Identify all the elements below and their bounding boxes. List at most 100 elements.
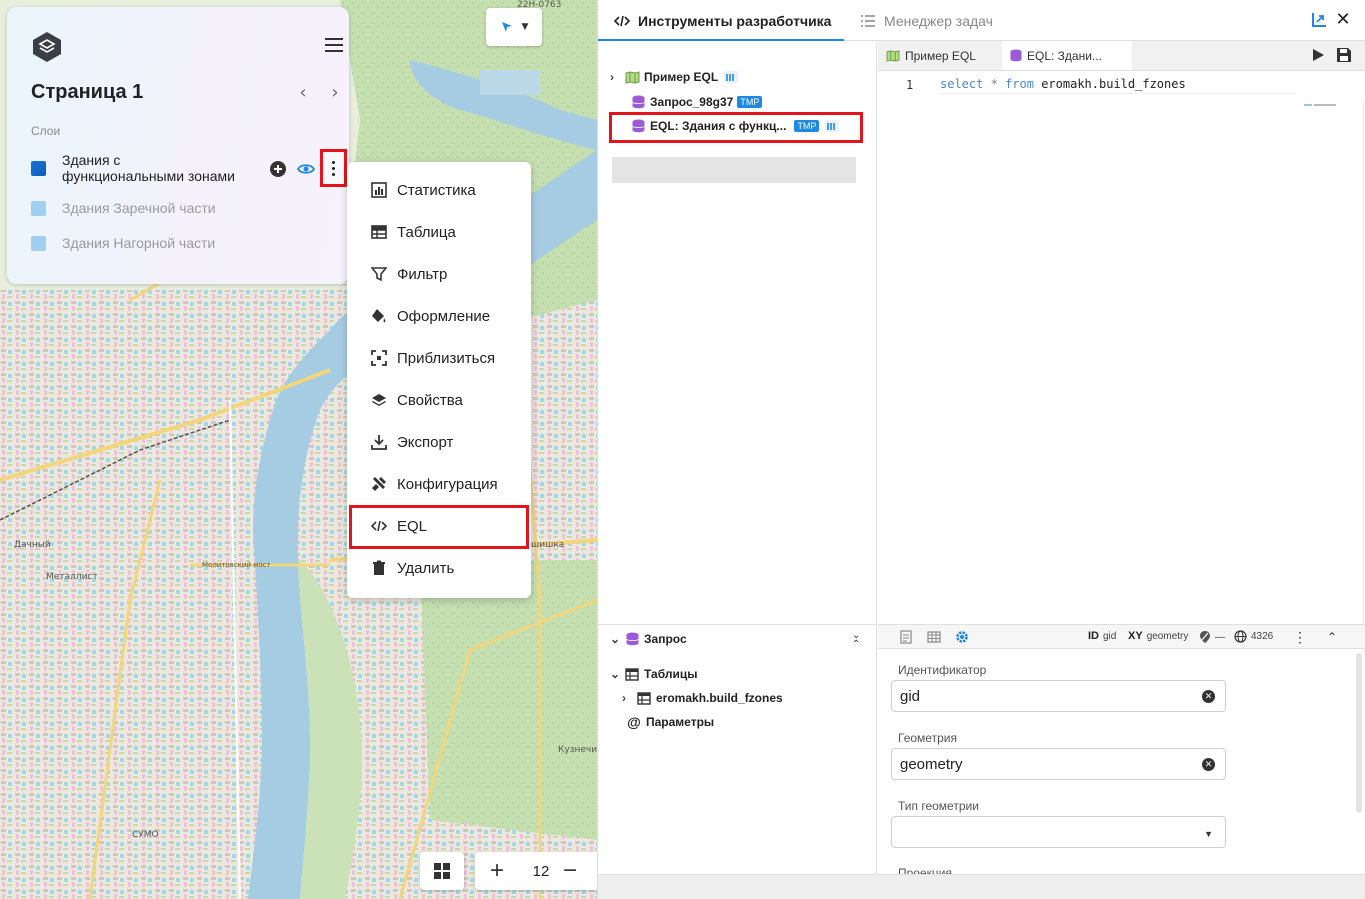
tables-node[interactable]: ⌄ Таблицы — [610, 662, 697, 686]
eye-icon[interactable] — [297, 160, 315, 178]
save-icon[interactable] — [1336, 47, 1352, 63]
layer-item[interactable]: Здания Нагорной части — [31, 235, 331, 251]
next-page-button[interactable]: › — [327, 84, 343, 102]
map-label-district: Кузнечи — [558, 745, 597, 755]
dock-panel-icon[interactable] — [1310, 11, 1328, 29]
tree-selection — [612, 157, 856, 183]
gear-icon[interactable] — [954, 629, 970, 645]
map-label-sumo: СУМО — [132, 830, 159, 840]
zoom-level: 12 — [532, 862, 550, 880]
code-identifier: eromakh.build_fzones — [1041, 77, 1186, 91]
table-icon[interactable] — [926, 629, 942, 645]
properties-scrollbar[interactable] — [1356, 653, 1362, 813]
grid-icon — [434, 863, 450, 879]
chevron-down-icon[interactable]: ⌄ — [610, 667, 624, 681]
identifier-field[interactable]: gid ✕ — [891, 680, 1226, 712]
menu-item-table[interactable]: Таблица — [347, 211, 531, 253]
layer-color-swatch — [31, 200, 46, 216]
tab-devtools[interactable]: Инструменты разработчика — [614, 0, 831, 41]
layer-actions — [269, 160, 325, 178]
tree-item-query[interactable]: Запрос_98g37 TMP — [630, 90, 763, 114]
menu-item-style[interactable]: Оформление — [347, 295, 531, 337]
zoom-out-button[interactable]: − — [563, 857, 593, 885]
tables-label: Таблицы — [644, 667, 698, 681]
tree-item-eql[interactable]: EQL: Здания с функц... TMP — [630, 114, 840, 138]
map-icon — [625, 70, 639, 84]
identifier-label: Идентификатор — [898, 663, 987, 677]
document-icon[interactable] — [898, 629, 914, 645]
chevron-right-icon[interactable]: › — [610, 70, 624, 84]
params-node[interactable]: @ Параметры — [626, 710, 714, 734]
download-icon — [371, 435, 387, 450]
chevron-down-icon[interactable]: ⌄ — [610, 632, 624, 646]
identifier-value: gid — [900, 687, 921, 705]
clear-icon[interactable]: ✕ — [1202, 758, 1215, 771]
map-layer-icon — [825, 120, 840, 132]
devtools-header: Инструменты разработчика Менеджер задач … — [598, 0, 1365, 41]
menu-item-statistics[interactable]: Статистика — [347, 169, 531, 211]
code-area[interactable]: 1 select * from eromakh.build_fzones — [878, 71, 1365, 654]
code-icon — [614, 15, 630, 26]
run-icon[interactable] — [1310, 47, 1326, 63]
menu-item-eql[interactable]: EQL — [347, 505, 531, 547]
menu-item-configuration[interactable]: Конфигурация — [347, 463, 531, 505]
layer-name: Здания Заречной части — [62, 200, 216, 216]
collapse-icon[interactable]: ⌄ ⌃ — [852, 631, 860, 650]
layer-more-button[interactable] — [320, 149, 347, 187]
map-layer-icon — [724, 71, 739, 83]
menu-item-properties[interactable]: Свойства — [347, 379, 531, 421]
code-keyword: from — [1005, 77, 1034, 91]
menu-item-export[interactable]: Экспорт — [347, 421, 531, 463]
zoom-in-button[interactable]: + — [475, 857, 519, 885]
geometry-type-label: Тип геометрии — [898, 799, 979, 813]
code-icon — [371, 520, 387, 532]
zoom-control: + 12 − — [475, 852, 605, 890]
prev-page-button[interactable]: ‹ — [295, 84, 311, 102]
srid-info: 4326 — [1234, 630, 1273, 643]
editor-tab-eql[interactable]: EQL: Здани... — [1002, 41, 1132, 70]
code-line[interactable]: select * from eromakh.build_fzones — [940, 76, 1295, 94]
chevron-up-icon[interactable]: ⌃ — [1324, 629, 1340, 645]
tree-item-example[interactable]: › Пример EQL — [610, 65, 739, 89]
basemap-grid-button[interactable] — [420, 852, 464, 890]
xy-label: XY — [1128, 630, 1143, 642]
editor-tab-label: Пример EQL — [905, 48, 976, 63]
add-circle-icon[interactable] — [269, 160, 287, 178]
geometry-type-select[interactable]: ▼ — [891, 816, 1226, 848]
more-vertical-icon[interactable]: ⋮ — [1292, 629, 1308, 645]
id-label: ID — [1088, 630, 1099, 642]
editor-tab-label: EQL: Здани... — [1027, 48, 1102, 63]
menu-hamburger-icon[interactable] — [325, 38, 343, 54]
projection-label: Проекция — [898, 866, 952, 874]
close-icon[interactable]: ✕ — [1334, 10, 1352, 28]
menu-item-label: EQL — [397, 517, 428, 535]
editor-tab-example[interactable]: Пример EQL — [878, 41, 1000, 70]
tmp-badge: TMP — [794, 120, 820, 132]
menu-item-delete[interactable]: Удалить — [347, 547, 531, 589]
chevron-right-icon[interactable]: › — [622, 691, 636, 705]
query-root[interactable]: ⌄ Запрос — [610, 627, 687, 651]
map-label-bridge: Молитовский мост — [202, 561, 271, 569]
table-node[interactable]: › eromakh.build_fzones — [622, 686, 783, 710]
layers-panel: Страница 1 ‹ › Слои Здания с функциональ… — [7, 7, 349, 284]
geometry-type-value: — — [1215, 631, 1225, 643]
layers-caption: Слои — [31, 124, 61, 138]
tree-item-label: EQL: Здания с функц... — [650, 119, 787, 133]
code-minimap[interactable] — [1304, 103, 1338, 107]
table-icon — [637, 691, 651, 705]
xy-field-info: XY geometry — [1128, 630, 1188, 642]
trash-icon — [373, 560, 385, 575]
menu-item-zoom-to[interactable]: Приблизиться — [347, 337, 531, 379]
clear-icon[interactable]: ✕ — [1202, 690, 1215, 703]
map-tool-select[interactable]: ▼ — [486, 8, 542, 46]
menu-item-label: Свойства — [397, 391, 463, 409]
geometry-field[interactable]: geometry ✕ — [891, 748, 1226, 780]
query-properties: ID gid XY geometry — 4326 ⋮ ⌃ Идентификато… — [878, 624, 1365, 874]
menu-item-filter[interactable]: Фильтр — [347, 253, 531, 295]
layer-item[interactable]: Здания Заречной части — [31, 200, 331, 216]
geometry-label: Геометрия — [898, 731, 957, 745]
database-icon — [1010, 49, 1022, 62]
caret-down-icon: ▼ — [1204, 829, 1213, 839]
tab-task-manager[interactable]: Менеджер задач — [860, 0, 993, 41]
menu-item-label: Конфигурация — [397, 475, 498, 493]
